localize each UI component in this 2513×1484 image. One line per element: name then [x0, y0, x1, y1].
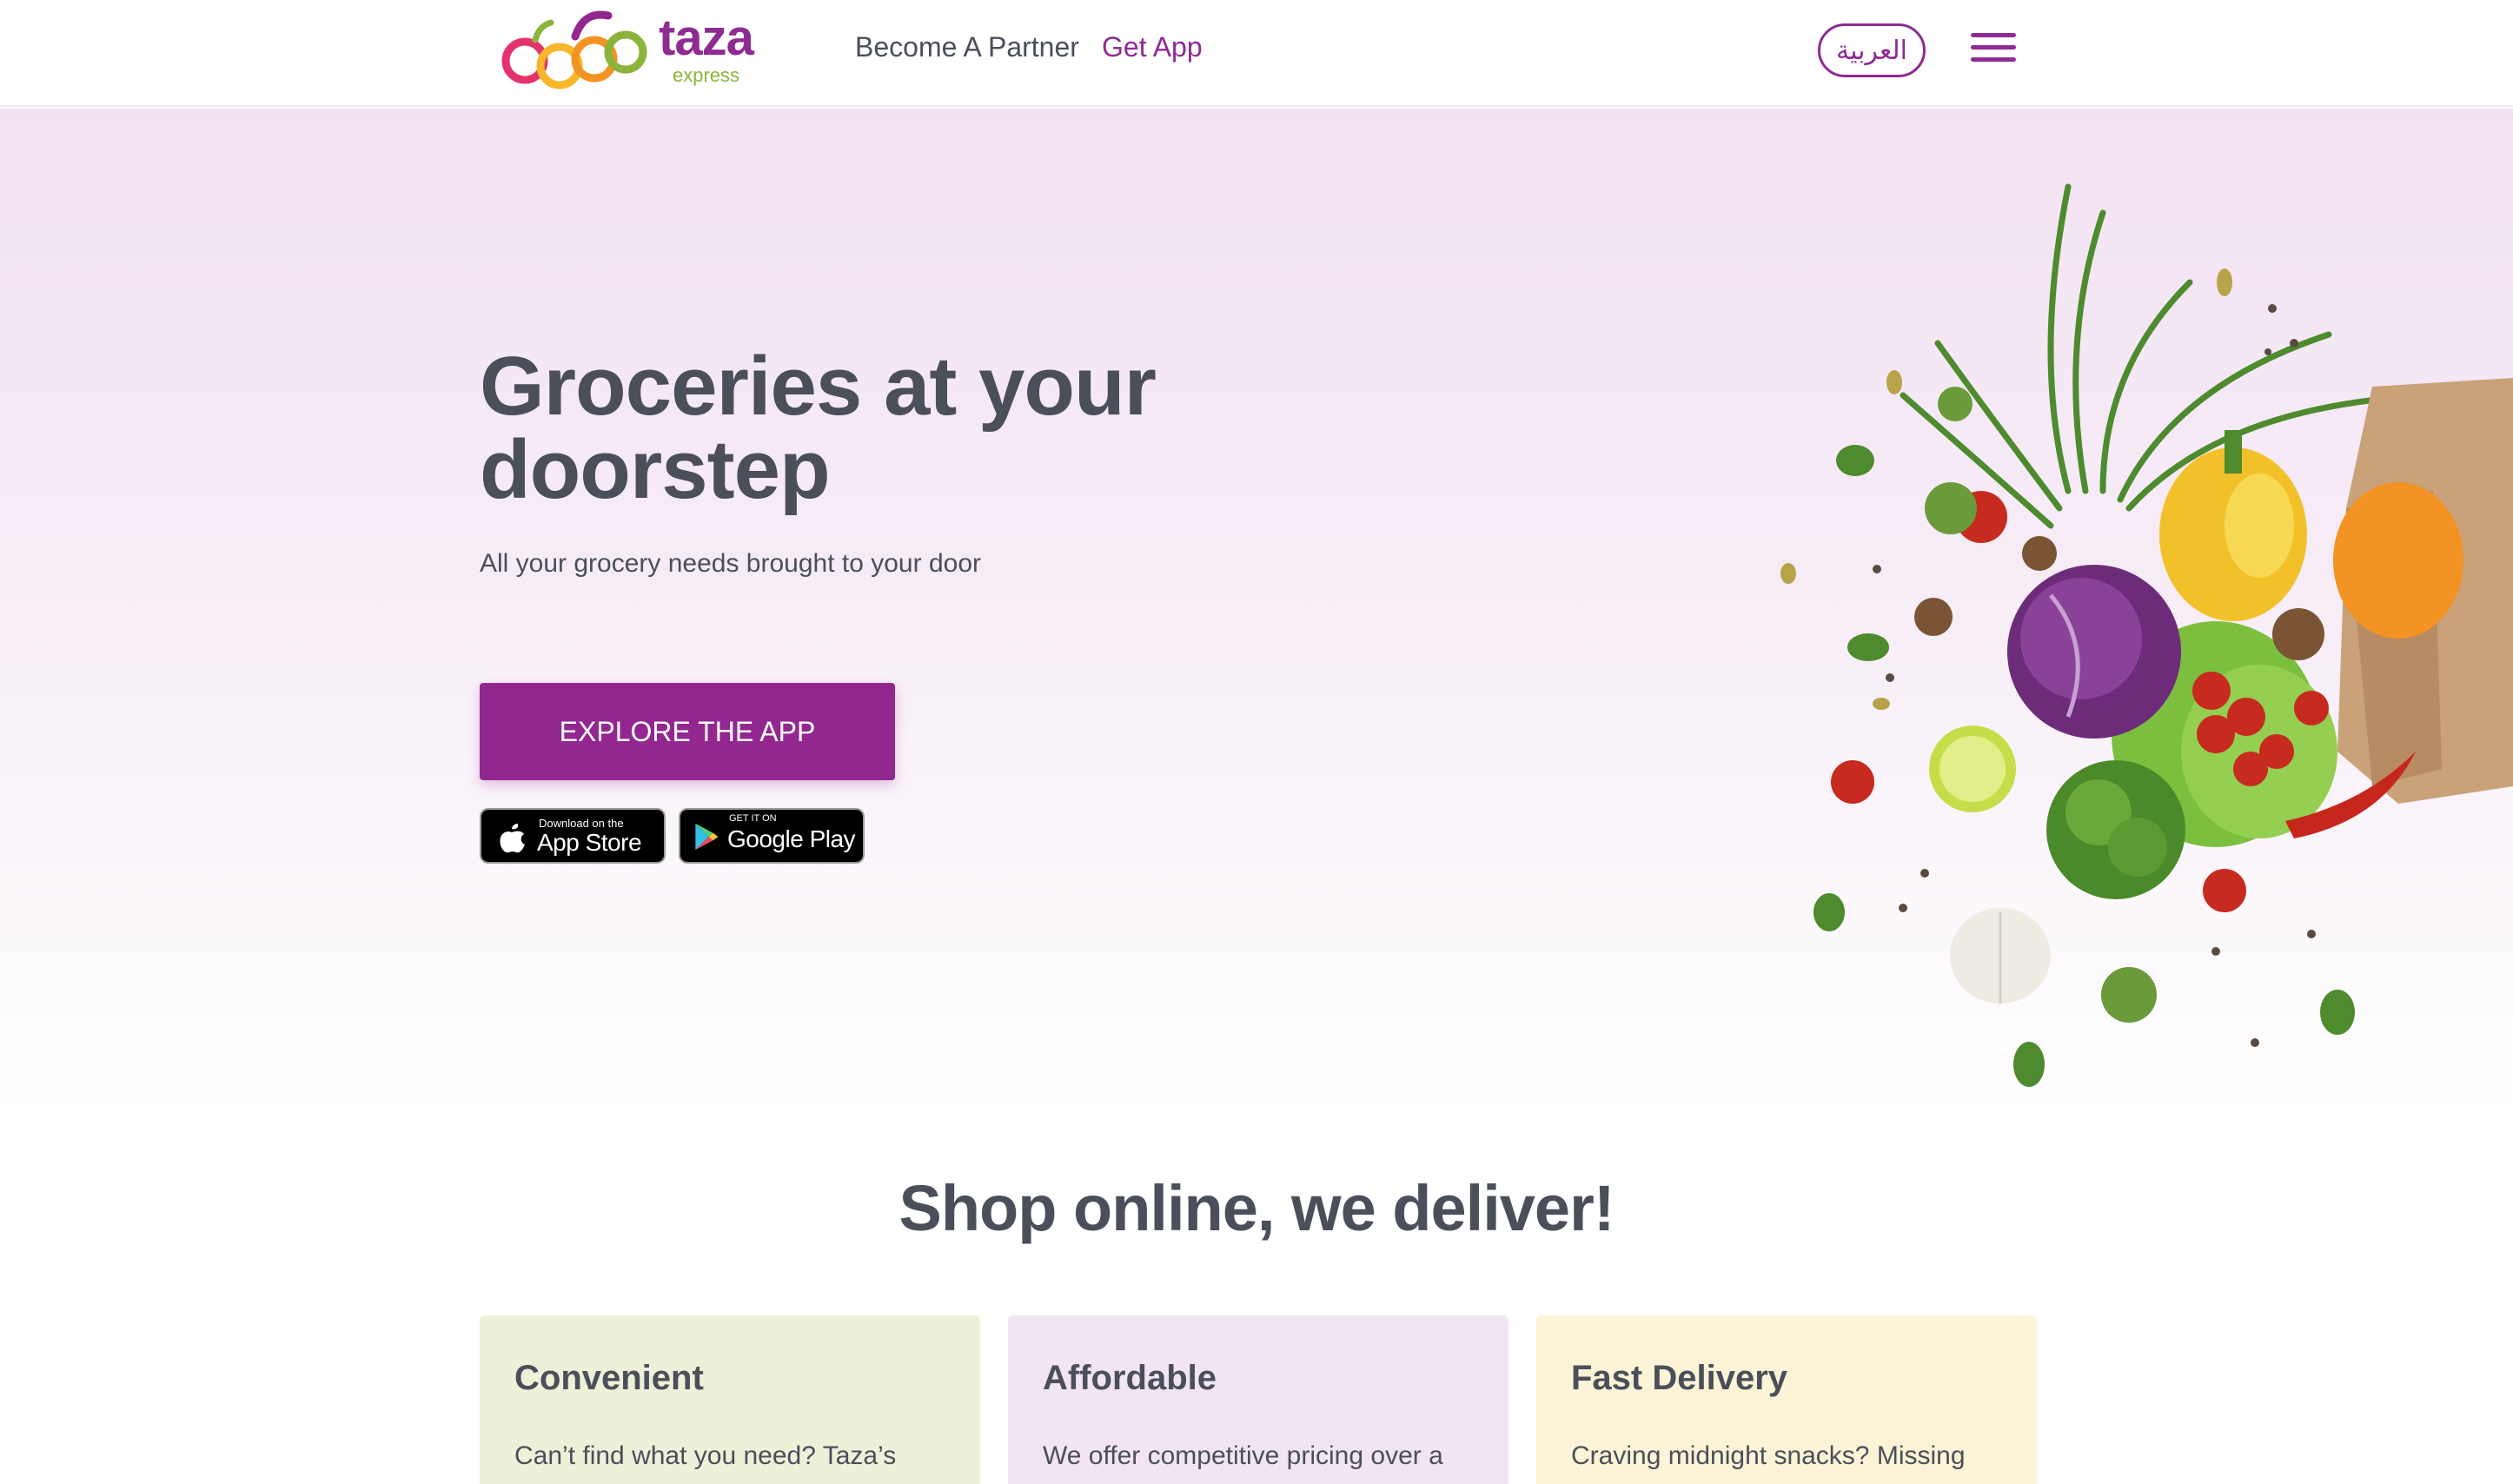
google-play-small-text: GET IT ON: [729, 813, 777, 824]
language-toggle-button[interactable]: العربية: [1818, 23, 1926, 77]
apple-icon: [500, 824, 525, 853]
logo-rings-icon: [501, 10, 647, 89]
taza-logo[interactable]: taza express: [497, 5, 758, 101]
feature-card-title: Affordable: [1043, 1359, 1217, 1397]
feature-card-title: Fast Delivery: [1571, 1359, 1788, 1397]
logo-subtitle: express: [673, 64, 740, 86]
feature-card-convenient: Convenient Can’t find what you need? Taz…: [480, 1315, 980, 1484]
app-store-badge[interactable]: Download on the App Store: [480, 808, 666, 864]
menu-bar: [1971, 57, 2016, 62]
feature-card-fast-delivery: Fast Delivery Craving midnight snacks? M…: [1536, 1315, 2037, 1484]
feature-card-text: Craving midnight snacks? Missing: [1571, 1441, 1966, 1470]
logo-wordmark: taza: [659, 10, 754, 66]
google-play-big-text: Google Play: [727, 825, 856, 852]
nav-become-partner-link[interactable]: Become A Partner: [855, 31, 1079, 63]
features-section-title: Shop online, we deliver!: [898, 1172, 1615, 1244]
google-play-icon: [695, 823, 719, 851]
hero-title: Groceries at your doorstep: [480, 340, 1157, 516]
nav-get-app-link[interactable]: Get App: [1102, 31, 1203, 63]
feature-card-text: We offer competitive pricing over a: [1043, 1441, 1443, 1470]
produce-illustration: [1780, 183, 2513, 1087]
menu-bar: [1971, 45, 2016, 50]
hero-subtitle: All your grocery needs brought to your d…: [480, 549, 981, 578]
site-header: taza express Become A Partner Get App ال…: [0, 0, 2513, 107]
google-play-badge[interactable]: GET IT ON Google Play: [679, 808, 865, 864]
feature-card-title: Convenient: [514, 1359, 704, 1397]
feature-card-affordable: Affordable We offer competitive pricing …: [1008, 1315, 1508, 1484]
feature-card-text: Can’t find what you need? Taza’s: [514, 1441, 897, 1470]
explore-app-button[interactable]: EXPLORE THE APP: [480, 683, 895, 780]
app-store-big-text: App Store: [537, 829, 642, 856]
app-store-small-text: Download on the: [539, 817, 624, 830]
menu-bar: [1971, 33, 2016, 37]
hamburger-icon[interactable]: [1971, 33, 2016, 68]
hero-section: Groceries at your doorstep All your groc…: [0, 109, 2513, 1116]
